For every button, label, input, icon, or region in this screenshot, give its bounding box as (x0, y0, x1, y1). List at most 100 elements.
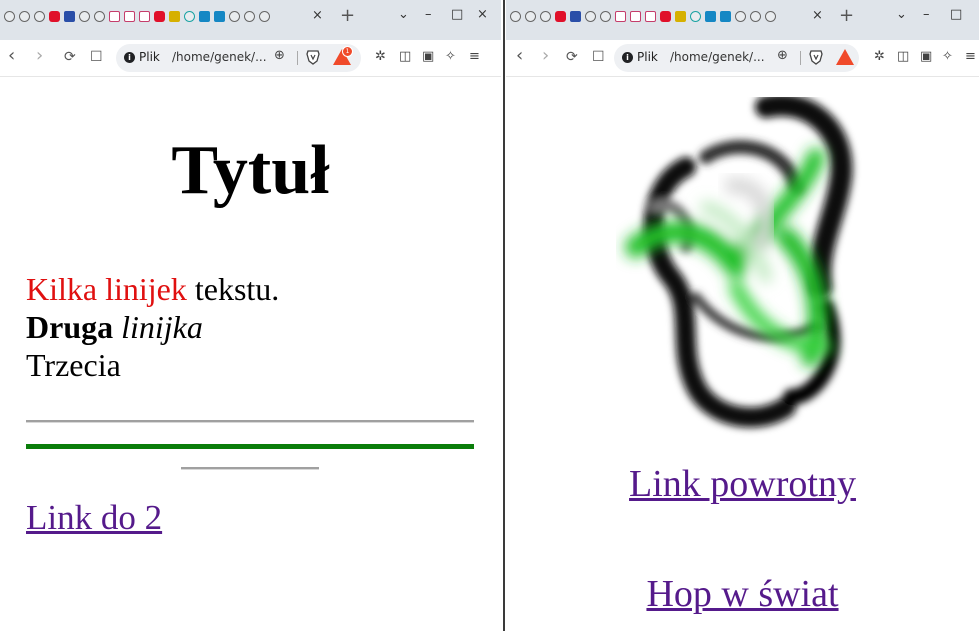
maximize-icon[interactable]: □ (451, 7, 463, 22)
tab-favicon-icon[interactable] (750, 11, 761, 22)
tab-favicon-icon[interactable] (169, 11, 180, 22)
new-tab-icon[interactable]: + (340, 5, 355, 26)
tab-favicon-icon[interactable] (585, 11, 596, 22)
tab-close-icon[interactable]: × (312, 8, 323, 23)
tab-favicon-icon[interactable] (600, 11, 611, 22)
divider (800, 51, 801, 65)
reload-icon[interactable]: ⟳ (64, 49, 76, 65)
zoom-icon[interactable]: ⊕ (777, 48, 788, 63)
sidebar-icon[interactable]: ◫ (399, 49, 411, 64)
bookmark-icon[interactable]: ☐ (592, 49, 605, 65)
site-info-label[interactable]: Plik (139, 50, 160, 64)
leo-ai-icon[interactable]: ✧ (942, 49, 953, 64)
checkbox-favicon-icon[interactable] (645, 11, 656, 22)
bold-text: Druga (26, 309, 114, 345)
minimize-icon[interactable]: – (923, 7, 930, 22)
tab-favicon-icon[interactable] (199, 11, 210, 22)
tab-favicon-icon[interactable] (735, 11, 746, 22)
tab-list-dropdown-icon[interactable]: ⌄ (398, 7, 409, 22)
tab-favicon-icon[interactable] (94, 11, 105, 22)
tab-favicon-icon[interactable] (184, 11, 195, 22)
address-bar[interactable]: i Plik /home/genek/... ⊕ 1 (116, 44, 361, 72)
short-horizontal-rule (181, 467, 319, 470)
site-info-label[interactable]: Plik (637, 50, 658, 64)
tab-list-dropdown-icon[interactable]: ⌄ (896, 7, 907, 22)
tab-favicon-icon[interactable] (229, 11, 240, 22)
minimize-icon[interactable]: – (425, 7, 432, 22)
tab-favicon-icon[interactable] (4, 11, 15, 22)
navigation-bar: ‹ › ⟳ ☐ i Plik /home/genek/... ⊕ 1 ✲ ◫ ▣… (0, 40, 501, 77)
tab-favicon-icon[interactable] (244, 11, 255, 22)
tab-strip (510, 11, 776, 22)
checkbox-favicon-icon[interactable] (109, 11, 120, 22)
youtube-icon[interactable] (154, 11, 165, 22)
maximize-icon[interactable]: □ (950, 7, 962, 22)
tab-favicon-icon[interactable] (259, 11, 270, 22)
link-hop-world[interactable]: Hop w świat (506, 572, 979, 616)
brave-rewards-icon[interactable] (836, 49, 854, 65)
tab-favicon-icon[interactable] (540, 11, 551, 22)
youtube-icon[interactable] (555, 11, 566, 22)
zoom-icon[interactable]: ⊕ (274, 48, 285, 63)
tab-favicon-icon[interactable] (79, 11, 90, 22)
checkbox-favicon-icon[interactable] (615, 11, 626, 22)
tab-favicon-icon[interactable] (690, 11, 701, 22)
bookmark-icon[interactable]: ☐ (90, 49, 103, 65)
tab-favicon-icon[interactable] (510, 11, 521, 22)
tab-favicon-icon[interactable] (705, 11, 716, 22)
brave-shield-icon[interactable] (808, 49, 824, 65)
italic-text: linijka (121, 309, 203, 345)
page-content: Tytuł Kilka linijek tekstu. Druga linijk… (0, 77, 501, 631)
new-tab-icon[interactable]: + (839, 5, 854, 26)
page-content: Link powrotny Hop w świat (506, 77, 979, 631)
tab-bar: × + ⌄ – □ (506, 0, 979, 40)
leo-ai-icon[interactable]: ✧ (445, 49, 456, 64)
wallet-icon[interactable]: ▣ (920, 49, 932, 64)
link-back[interactable]: Link powrotny (506, 462, 979, 506)
checkbox-favicon-icon[interactable] (124, 11, 135, 22)
wallet-icon[interactable]: ▣ (422, 49, 434, 64)
tab-favicon-icon[interactable] (765, 11, 776, 22)
tab-favicon-icon[interactable] (570, 11, 581, 22)
youtube-icon[interactable] (660, 11, 671, 22)
tab-close-icon[interactable]: × (812, 8, 823, 23)
checkbox-favicon-icon[interactable] (139, 11, 150, 22)
extensions-icon[interactable]: ✲ (375, 49, 386, 64)
forward-icon[interactable]: › (542, 45, 549, 66)
url-text[interactable]: /home/genek/... (670, 50, 765, 64)
link-to-page-2[interactable]: Link do 2 (26, 498, 162, 538)
url-text[interactable]: /home/genek/... (172, 50, 267, 64)
back-icon[interactable]: ‹ (8, 45, 15, 66)
tab-favicon-icon[interactable] (34, 11, 45, 22)
tab-strip (4, 11, 270, 22)
menu-icon[interactable]: ≡ (965, 49, 976, 64)
close-window-icon[interactable]: × (477, 7, 488, 22)
line1-text: tekstu. (186, 271, 280, 307)
back-icon[interactable]: ‹ (516, 45, 523, 66)
extensions-icon[interactable]: ✲ (874, 49, 885, 64)
tab-favicon-icon[interactable] (720, 11, 731, 22)
address-bar[interactable]: i Plik /home/genek/... ⊕ (614, 44, 859, 72)
tab-favicon-icon[interactable] (525, 11, 536, 22)
menu-icon[interactable]: ≡ (469, 49, 480, 64)
page-title: Tytuł (171, 132, 330, 209)
youtube-icon[interactable] (49, 11, 60, 22)
navigation-bar: ‹ › ⟳ ☐ i Plik /home/genek/... ⊕ ✲ ◫ ▣ ✧… (506, 40, 979, 77)
horizontal-rule (26, 420, 474, 423)
sidebar-icon[interactable]: ◫ (897, 49, 909, 64)
brave-shield-icon[interactable] (305, 49, 321, 65)
tab-favicon-icon[interactable] (19, 11, 30, 22)
checkbox-favicon-icon[interactable] (630, 11, 641, 22)
red-text: Kilka linijek (26, 271, 187, 307)
info-icon[interactable]: i (622, 52, 633, 63)
green-horizontal-rule (26, 444, 474, 449)
reload-icon[interactable]: ⟳ (566, 49, 578, 65)
tab-favicon-icon[interactable] (214, 11, 225, 22)
tab-favicon-icon[interactable] (64, 11, 75, 22)
forward-icon[interactable]: › (36, 45, 43, 66)
notification-badge: 1 (342, 46, 353, 57)
info-icon[interactable]: i (124, 52, 135, 63)
right-browser-window: × + ⌄ – □ ‹ › ⟳ ☐ i Plik /home/genek/...… (506, 0, 979, 631)
left-browser-window: × + ⌄ – □ × ‹ › ⟳ ☐ i Plik /home/genek/.… (0, 0, 501, 631)
tab-favicon-icon[interactable] (675, 11, 686, 22)
